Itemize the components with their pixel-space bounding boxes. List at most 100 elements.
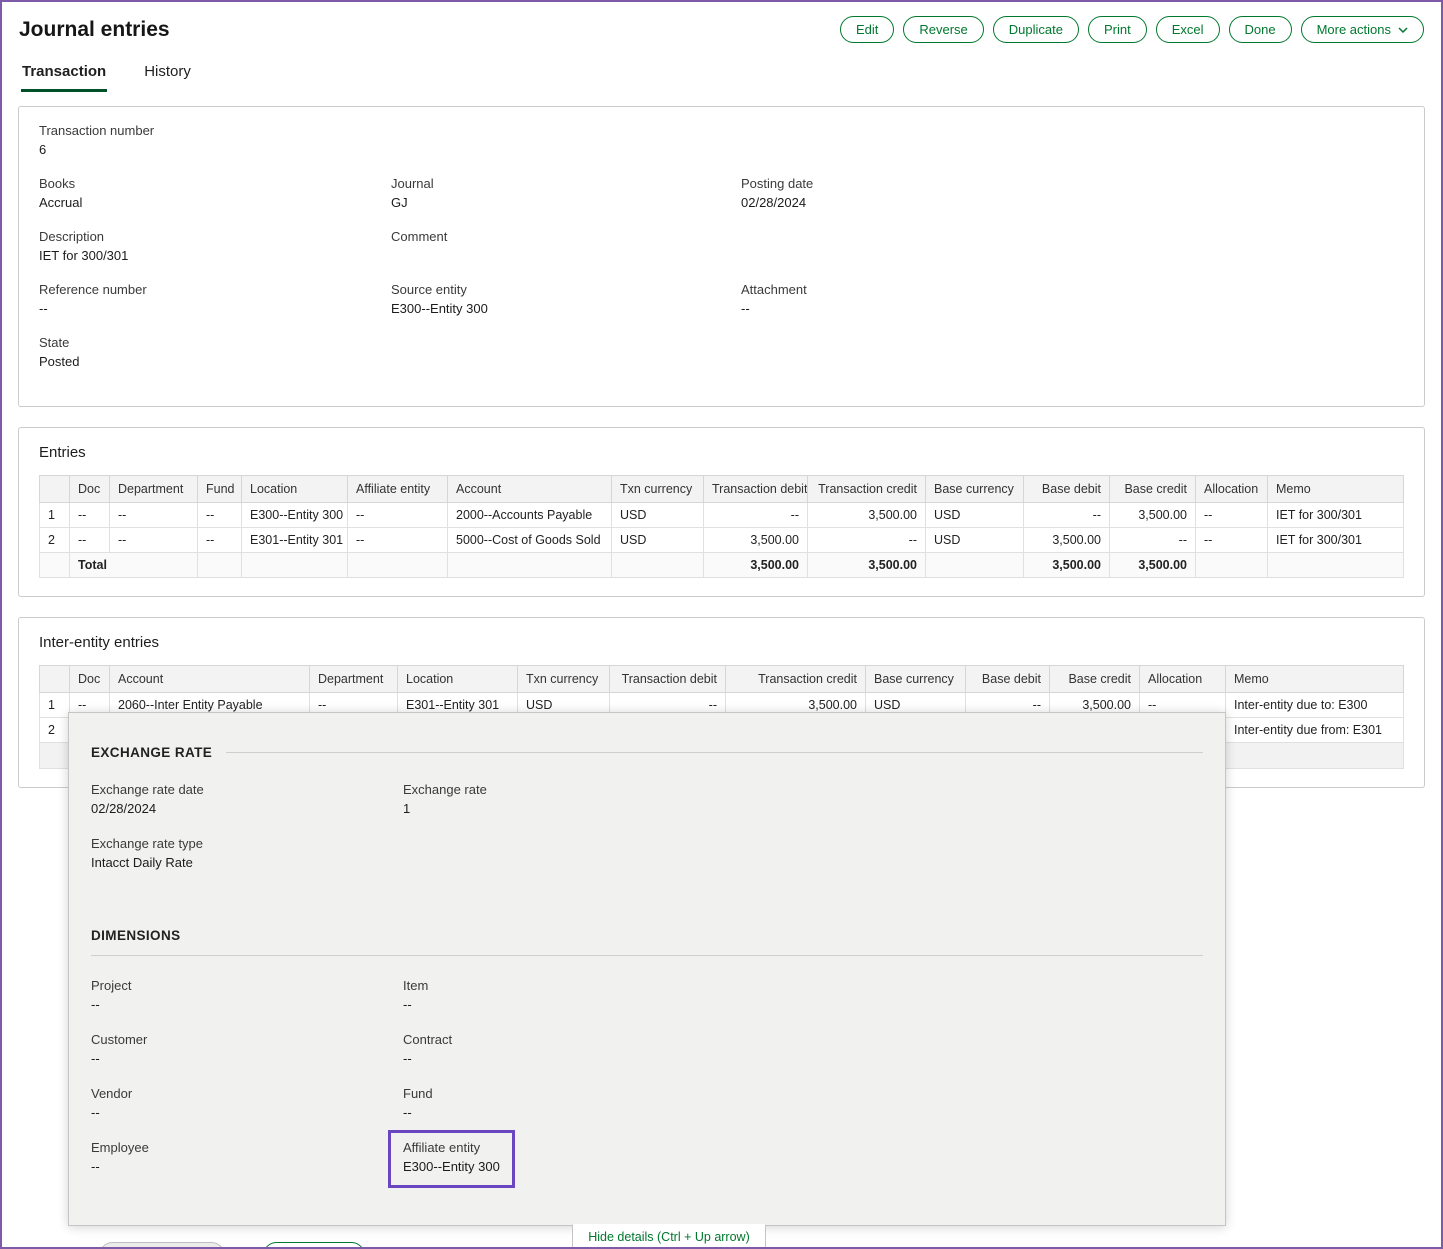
col-memo: Memo bbox=[1268, 476, 1404, 503]
entries-title: Entries bbox=[39, 444, 1404, 461]
col-doc: Doc bbox=[70, 476, 110, 503]
row-number-cell: 2 bbox=[40, 718, 70, 743]
field-exchange-rate: Exchange rate 1 bbox=[403, 782, 1203, 816]
journal-label: Journal bbox=[391, 176, 741, 191]
excel-button[interactable]: Excel bbox=[1156, 16, 1220, 43]
col-base-debit: Base debit bbox=[966, 666, 1050, 693]
field-project: Project -- bbox=[91, 978, 403, 1012]
previous-row-button[interactable]: << Previous row bbox=[99, 1242, 225, 1249]
dimensions-heading-label: DIMENSIONS bbox=[91, 928, 181, 943]
inter-entity-title: Inter-entity entries bbox=[39, 634, 1404, 651]
exchange-rate-type-label: Exchange rate type bbox=[91, 836, 403, 851]
hide-details-tab[interactable]: Hide details (Ctrl + Up arrow) bbox=[572, 1224, 766, 1249]
col-txn-currency: Txn currency bbox=[612, 476, 704, 503]
col-txn-currency: Txn currency bbox=[518, 666, 610, 693]
exchange-rate-heading: EXCHANGE RATE bbox=[91, 745, 1203, 760]
reference-number-value: -- bbox=[39, 301, 391, 316]
page-header: Journal entries Edit Reverse Duplicate P… bbox=[2, 2, 1441, 51]
entries-panel: Entries Doc Department Fund Location Aff… bbox=[18, 427, 1425, 597]
field-attachment: Attachment -- bbox=[741, 282, 1404, 326]
source-entity-value: E300--Entity 300 bbox=[391, 301, 741, 316]
col-doc: Doc bbox=[70, 666, 110, 693]
project-value: -- bbox=[91, 997, 403, 1012]
project-label: Project bbox=[91, 978, 403, 993]
description-label: Description bbox=[39, 229, 391, 244]
tab-history[interactable]: History bbox=[143, 55, 192, 92]
duplicate-button[interactable]: Duplicate bbox=[993, 16, 1079, 43]
reverse-button[interactable]: Reverse bbox=[903, 16, 983, 43]
entries-row-2[interactable]: 2 -- -- -- E301--Entity 301 -- 5000--Cos… bbox=[40, 528, 1404, 553]
col-department: Department bbox=[110, 476, 198, 503]
more-actions-button[interactable]: More actions bbox=[1301, 16, 1424, 43]
affiliate-entity-value: E300--Entity 300 bbox=[403, 1159, 500, 1174]
entries-total-transaction-credit: 3,500.00 bbox=[808, 553, 926, 578]
customer-value: -- bbox=[91, 1051, 403, 1066]
posting-date-label: Posting date bbox=[741, 176, 1404, 191]
field-vendor: Vendor -- bbox=[91, 1086, 403, 1120]
state-value: Posted bbox=[39, 354, 391, 369]
col-transaction-credit: Transaction credit bbox=[726, 666, 866, 693]
exchange-rate-date-value: 02/28/2024 bbox=[91, 801, 403, 816]
col-allocation: Allocation bbox=[1196, 476, 1268, 503]
done-button[interactable]: Done bbox=[1229, 16, 1292, 43]
field-contract: Contract -- bbox=[403, 1032, 1203, 1066]
field-posting-date: Posting date 02/28/2024 bbox=[741, 176, 1404, 220]
col-rownum bbox=[40, 666, 70, 693]
field-exchange-rate-date: Exchange rate date 02/28/2024 bbox=[91, 782, 403, 816]
comment-label: Comment bbox=[391, 229, 741, 244]
entries-total-base-credit: 3,500.00 bbox=[1110, 553, 1196, 578]
col-location: Location bbox=[242, 476, 348, 503]
edit-button[interactable]: Edit bbox=[840, 16, 894, 43]
field-employee: Employee -- bbox=[91, 1140, 403, 1178]
exchange-rate-date-label: Exchange rate date bbox=[91, 782, 403, 797]
field-item: Item -- bbox=[403, 978, 1203, 1012]
field-books: Books Accrual bbox=[39, 176, 391, 220]
comment-value bbox=[391, 248, 741, 263]
affiliate-entity-label: Affiliate entity bbox=[403, 1140, 500, 1155]
transaction-details-grid: Transaction number 6 Books Accrual Journ… bbox=[39, 123, 1404, 388]
state-label: State bbox=[39, 335, 391, 350]
field-description: Description IET for 300/301 bbox=[39, 229, 391, 273]
field-exchange-rate-type: Exchange rate type Intacct Daily Rate bbox=[91, 836, 403, 870]
employee-label: Employee bbox=[91, 1140, 403, 1155]
col-transaction-debit: Transaction debit bbox=[704, 476, 808, 503]
col-base-credit: Base credit bbox=[1050, 666, 1140, 693]
reference-number-label: Reference number bbox=[39, 282, 391, 297]
next-row-button[interactable]: Next row >> bbox=[263, 1242, 365, 1249]
source-entity-label: Source entity bbox=[391, 282, 741, 297]
col-location: Location bbox=[398, 666, 518, 693]
col-affiliate-entity: Affiliate entity bbox=[348, 476, 448, 503]
col-account: Account bbox=[110, 666, 310, 693]
col-memo: Memo bbox=[1226, 666, 1404, 693]
attachment-value: -- bbox=[741, 301, 1404, 316]
inter-entity-header-row: Doc Account Department Location Txn curr… bbox=[40, 666, 1404, 693]
journal-value: GJ bbox=[391, 195, 741, 210]
chevron-down-icon bbox=[1398, 27, 1408, 33]
books-value: Accrual bbox=[39, 195, 391, 210]
field-fund: Fund -- bbox=[403, 1086, 1203, 1120]
tab-transaction[interactable]: Transaction bbox=[21, 55, 107, 92]
col-department: Department bbox=[310, 666, 398, 693]
toolbar: Edit Reverse Duplicate Print Excel Done … bbox=[840, 16, 1424, 43]
attachment-label: Attachment bbox=[741, 282, 1404, 297]
row-number-cell: 1 bbox=[40, 693, 70, 718]
entries-header-row: Doc Department Fund Location Affiliate e… bbox=[40, 476, 1404, 503]
entries-total-label: Total bbox=[70, 553, 198, 578]
col-base-credit: Base credit bbox=[1110, 476, 1196, 503]
posting-date-value: 02/28/2024 bbox=[741, 195, 1404, 210]
field-customer: Customer -- bbox=[91, 1032, 403, 1066]
exchange-rate-type-value: Intacct Daily Rate bbox=[91, 855, 403, 870]
employee-value: -- bbox=[91, 1159, 403, 1174]
row-number-cell: 1 bbox=[40, 503, 70, 528]
vendor-value: -- bbox=[91, 1105, 403, 1120]
field-reference-number: Reference number -- bbox=[39, 282, 391, 326]
page-title: Journal entries bbox=[19, 18, 170, 42]
entries-total-base-debit: 3,500.00 bbox=[1024, 553, 1110, 578]
entries-row-1[interactable]: 1 -- -- -- E300--Entity 300 -- 2000--Acc… bbox=[40, 503, 1404, 528]
print-button[interactable]: Print bbox=[1088, 16, 1147, 43]
exchange-rate-label: Exchange rate bbox=[403, 782, 1203, 797]
field-comment: Comment bbox=[391, 229, 741, 273]
journal-entries-page: Journal entries Edit Reverse Duplicate P… bbox=[0, 0, 1443, 1249]
entries-total-row: Total 3,500.00 3,500.00 3,500.00 3,500.0… bbox=[40, 553, 1404, 578]
col-account: Account bbox=[448, 476, 612, 503]
